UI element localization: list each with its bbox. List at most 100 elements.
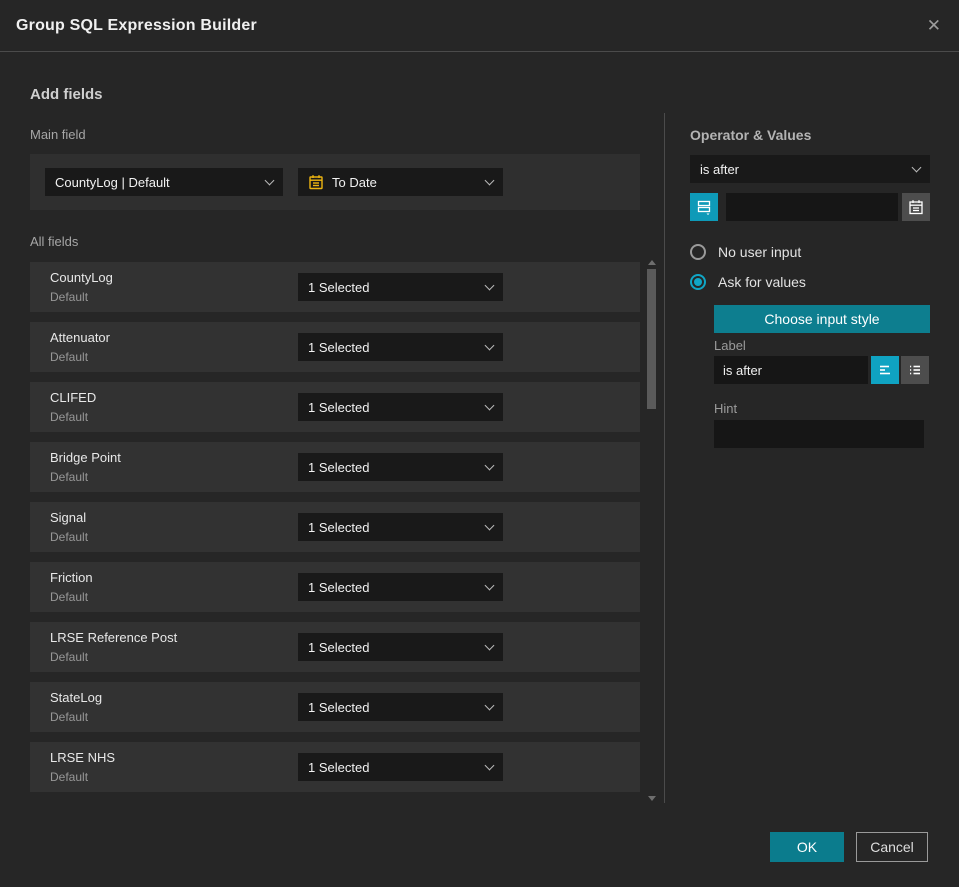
field-values-select-value: 1 Selected [308,279,370,295]
list-scrollbar[interactable] [646,258,658,803]
cancel-button[interactable]: Cancel [856,832,928,862]
list-input-style-button[interactable] [901,356,929,384]
field-subtitle: Default [50,650,89,664]
chevron-down-icon [484,640,495,650]
field-subtitle: Default [50,350,89,364]
scrollbar-down-arrow-icon[interactable] [648,796,656,801]
field-row: CountyLog Default 1 Selected [30,262,640,312]
date-picker-button[interactable] [902,193,930,221]
chevron-down-icon [484,400,495,410]
field-values-select[interactable]: 1 Selected [298,273,503,301]
chevron-down-icon [484,700,495,710]
field-subtitle: Default [50,770,89,784]
dialog-titlebar: Group SQL Expression Builder ✕ [0,0,959,52]
chevron-down-icon [484,280,495,290]
scrollbar-up-arrow-icon[interactable] [648,260,656,265]
field-name: Attenuator [50,330,110,345]
radio-ask-for-values[interactable]: Ask for values [690,274,806,290]
chevron-down-icon [911,162,922,172]
field-values-select[interactable]: 1 Selected [298,333,503,361]
field-values-select[interactable]: 1 Selected [298,633,503,661]
chevron-down-icon [484,760,495,770]
main-field-panel: CountyLog | Default To Date [30,154,640,210]
stacked-values-button[interactable] [690,193,718,221]
radio-label: No user input [718,244,802,260]
date-type-select-value: To Date [332,174,377,190]
field-name: Bridge Point [50,450,121,465]
field-name: Friction [50,570,93,585]
main-field-select[interactable]: CountyLog | Default [45,168,283,196]
field-subtitle: Default [50,290,89,304]
field-name: LRSE NHS [50,750,116,765]
field-values-select[interactable]: 1 Selected [298,693,503,721]
field-row: Signal Default 1 Selected [30,502,640,552]
chevron-down-icon [484,340,495,350]
field-subtitle: Default [50,410,89,424]
field-values-select[interactable]: 1 Selected [298,393,503,421]
field-values-select-value: 1 Selected [308,639,370,655]
field-values-select[interactable]: 1 Selected [298,513,503,541]
panel-divider [664,113,665,803]
chevron-down-icon [484,460,495,470]
field-values-select[interactable]: 1 Selected [298,573,503,601]
label-input[interactable] [714,356,868,384]
field-name: Signal [50,510,87,525]
field-values-select-value: 1 Selected [308,339,370,355]
dialog-title: Group SQL Expression Builder [16,16,257,34]
label-caption: Label [714,338,746,353]
field-row: LRSE Reference Post Default 1 Selected [30,622,640,672]
field-values-select-value: 1 Selected [308,459,370,475]
operator-values-heading: Operator & Values [690,127,812,143]
value-input-row [690,193,930,221]
date-type-select[interactable]: To Date [298,168,503,196]
add-fields-heading: Add fields [30,86,103,103]
field-values-select[interactable]: 1 Selected [298,453,503,481]
all-fields-list: CountyLog Default 1 Selected Attenuator … [30,262,640,802]
field-row: Attenuator Default 1 Selected [30,322,640,372]
radio-label: Ask for values [718,274,806,290]
scrollbar-thumb[interactable] [647,269,656,409]
field-name: StateLog [50,690,103,705]
choose-input-style-button[interactable]: Choose input style [714,305,930,333]
stacked-values-icon [697,200,711,215]
hint-input[interactable] [714,420,924,448]
field-subtitle: Default [50,710,89,724]
field-row: Bridge Point Default 1 Selected [30,442,640,492]
field-values-select[interactable]: 1 Selected [298,753,503,781]
main-field-select-value: CountyLog | Default [55,174,170,190]
field-row: StateLog Default 1 Selected [30,682,640,732]
radio-no-user-input[interactable]: No user input [690,244,801,260]
field-subtitle: Default [50,590,89,604]
field-row: Friction Default 1 Selected [30,562,640,612]
ok-button[interactable]: OK [770,832,844,862]
operator-select[interactable]: is after [690,155,930,183]
text-input-style-button[interactable] [871,356,899,384]
radio-circle-selected-icon [690,274,706,290]
main-field-label: Main field [30,127,86,142]
field-name: LRSE Reference Post [50,630,178,645]
operator-select-value: is after [700,161,740,177]
field-row: LRSE NHS Default 1 Selected [30,742,640,792]
field-values-select-value: 1 Selected [308,579,370,595]
field-name: CLIFED [50,390,97,405]
field-subtitle: Default [50,530,89,544]
close-icon[interactable]: ✕ [927,16,941,36]
chevron-down-icon [484,175,495,185]
bulleted-list-icon [910,365,920,375]
chevron-down-icon [484,520,495,530]
field-values-select-value: 1 Selected [308,399,370,415]
field-values-select-value: 1 Selected [308,699,370,715]
chevron-down-icon [484,580,495,590]
chevron-down-icon [264,175,275,185]
hint-caption: Hint [714,401,738,416]
field-values-select-value: 1 Selected [308,759,370,775]
calendar-icon [909,200,923,215]
field-row: CLIFED Default 1 Selected [30,382,640,432]
value-input[interactable] [726,193,898,221]
field-name: CountyLog [50,270,113,285]
all-fields-label: All fields [30,234,79,249]
radio-circle-icon [690,244,706,260]
field-values-select-value: 1 Selected [308,519,370,535]
calendar-icon [309,175,323,190]
field-subtitle: Default [50,470,89,484]
